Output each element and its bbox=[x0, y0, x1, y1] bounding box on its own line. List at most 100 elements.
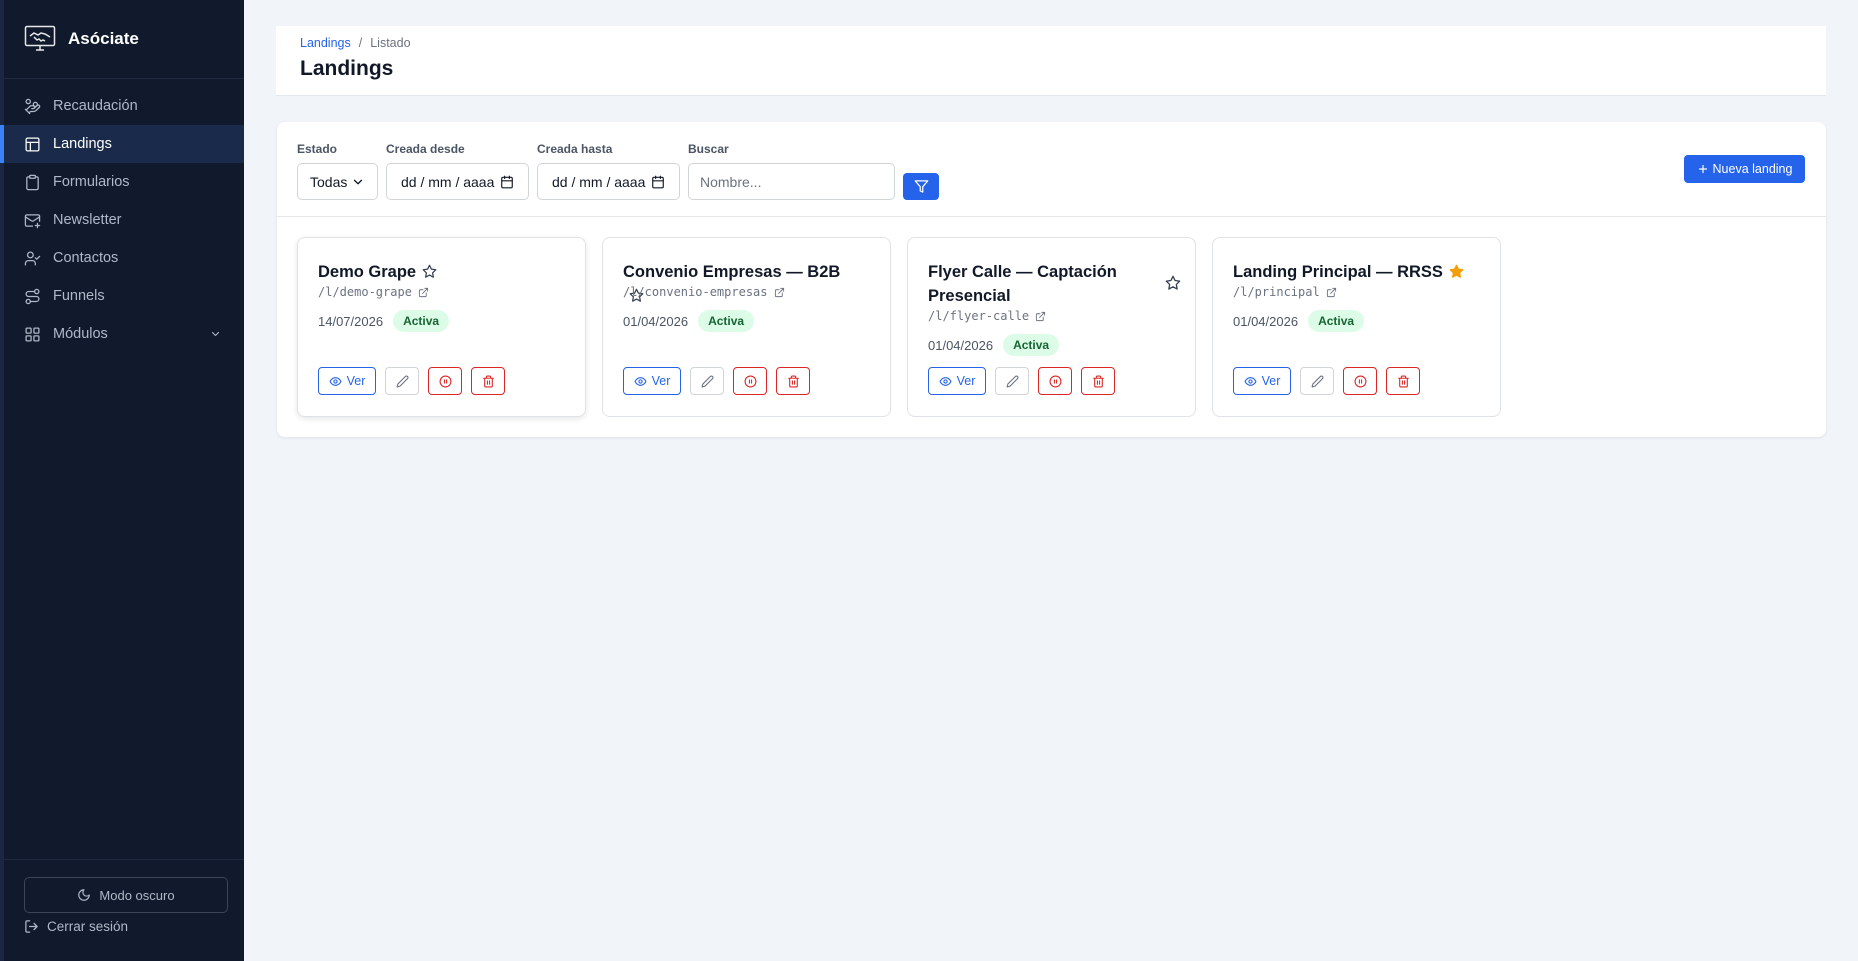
view-label: Ver bbox=[1261, 374, 1281, 388]
eye-icon bbox=[1244, 376, 1257, 386]
view-button[interactable]: Ver bbox=[318, 367, 376, 395]
filter-icon bbox=[914, 180, 928, 193]
card-url-text: /l/demo-grape bbox=[318, 285, 412, 299]
card-meta: 14/07/2026 Activa bbox=[318, 310, 450, 332]
logout-link[interactable]: Cerrar sesión bbox=[24, 919, 128, 934]
card-title-text: Convenio Empresas — B2B bbox=[623, 263, 841, 281]
card-date: 01/04/2026 bbox=[623, 313, 689, 329]
filters-bar: Estado Todas Creada desde dd / mm / aaaa… bbox=[277, 122, 1826, 217]
card-url-link[interactable]: /l/principal bbox=[1233, 285, 1337, 299]
card-title: Convenio Empresas — B2B bbox=[623, 260, 853, 308]
pencil-icon bbox=[1311, 375, 1323, 387]
landing-card: Flyer Calle — Captación Presencial /l/fl… bbox=[907, 237, 1196, 417]
sidebar-item-newsletter[interactable]: Newsletter bbox=[4, 201, 244, 239]
pause-button[interactable] bbox=[428, 367, 462, 395]
creada-hasta-input[interactable]: dd / mm / aaaa bbox=[537, 163, 680, 200]
view-button[interactable]: Ver bbox=[1233, 367, 1291, 395]
external-link-icon bbox=[1036, 311, 1046, 321]
calendar-icon[interactable] bbox=[651, 175, 665, 189]
dark-mode-button[interactable]: Modo oscuro bbox=[24, 877, 228, 913]
delete-button[interactable] bbox=[1386, 367, 1420, 395]
apply-filter-button[interactable] bbox=[903, 173, 939, 200]
external-link-icon bbox=[774, 287, 784, 297]
view-button[interactable]: Ver bbox=[623, 367, 681, 395]
logout-label: Cerrar sesión bbox=[47, 919, 129, 934]
star-outline-icon[interactable] bbox=[1165, 275, 1181, 291]
sidebar-item-label: Landings bbox=[53, 136, 112, 152]
card-actions: Ver bbox=[623, 367, 810, 395]
sidebar-item-label: Recaudación bbox=[53, 98, 138, 114]
eye-icon bbox=[634, 376, 647, 386]
sidebar-item-funnels[interactable]: Funnels bbox=[4, 277, 244, 315]
sidebar-item-label: Funnels bbox=[53, 288, 105, 304]
card-url-link[interactable]: /l/flyer-calle bbox=[928, 309, 1046, 323]
sidebar-item-formularios[interactable]: Formularios bbox=[4, 163, 244, 201]
eye-icon bbox=[329, 376, 342, 386]
edit-button[interactable] bbox=[385, 367, 419, 395]
edit-button[interactable] bbox=[1300, 367, 1334, 395]
pause-circle-icon bbox=[1049, 375, 1061, 387]
creada-desde-input[interactable]: dd / mm / aaaa bbox=[386, 163, 529, 200]
sidebar-divider-bottom bbox=[4, 859, 244, 860]
card-title: Flyer Calle — Captación Presencial bbox=[928, 260, 1128, 308]
eye-icon bbox=[939, 376, 952, 386]
card-title: Demo Grape bbox=[318, 260, 548, 284]
creada-desde-label: Creada desde bbox=[386, 142, 465, 156]
landing-card: Landing Principal — RRSS /l/principal 01… bbox=[1212, 237, 1501, 417]
card-title-text: Demo Grape bbox=[318, 263, 417, 281]
card-url-text: /l/principal bbox=[1233, 285, 1320, 299]
plus-icon bbox=[1698, 164, 1707, 174]
sidebar-item-label: Módulos bbox=[53, 326, 108, 342]
pause-circle-icon bbox=[439, 375, 451, 387]
landings-panel: Estado Todas Creada desde dd / mm / aaaa… bbox=[277, 122, 1826, 437]
card-title-text: Flyer Calle — Captación Presencial bbox=[928, 263, 1117, 305]
grid-icon bbox=[25, 326, 40, 342]
breadcrumb-link-landings[interactable]: Landings bbox=[300, 36, 351, 50]
moon-icon bbox=[78, 889, 91, 901]
external-link-icon bbox=[1326, 287, 1336, 297]
trash-icon bbox=[1397, 375, 1409, 387]
sidebar-divider-top bbox=[4, 78, 244, 79]
star-outline-icon[interactable] bbox=[422, 264, 437, 279]
sidebar-item-modulos[interactable]: Módulos bbox=[4, 315, 244, 353]
new-landing-button[interactable]: Nueva landing bbox=[1684, 155, 1805, 183]
creada-desde-value: dd / mm / aaaa bbox=[401, 173, 495, 190]
trash-icon bbox=[482, 375, 494, 387]
breadcrumb-separator: / bbox=[358, 36, 363, 50]
sidebar-item-recaudacion[interactable]: Recaudación bbox=[4, 87, 244, 125]
sidebar-item-landings[interactable]: Landings bbox=[0, 125, 244, 163]
view-button[interactable]: Ver bbox=[928, 367, 986, 395]
card-title-text: Landing Principal — RRSS bbox=[1233, 263, 1443, 281]
card-title: Landing Principal — RRSS bbox=[1233, 260, 1483, 284]
creada-hasta-value: dd / mm / aaaa bbox=[552, 173, 646, 190]
pause-circle-icon bbox=[744, 375, 756, 387]
edit-button[interactable] bbox=[690, 367, 724, 395]
delete-button[interactable] bbox=[471, 367, 505, 395]
estado-label: Estado bbox=[297, 142, 338, 156]
trash-icon bbox=[1092, 375, 1104, 387]
card-url-link[interactable]: /l/demo-grape bbox=[318, 285, 429, 299]
brand[interactable]: Asóciate bbox=[24, 24, 139, 54]
status-badge: Activa bbox=[393, 310, 450, 332]
edit-button[interactable] bbox=[995, 367, 1029, 395]
pause-button[interactable] bbox=[1343, 367, 1377, 395]
card-url-link[interactable]: /l/convenio-empresas bbox=[623, 285, 785, 299]
delete-button[interactable] bbox=[776, 367, 810, 395]
new-landing-label: Nueva landing bbox=[1712, 162, 1793, 176]
estado-select[interactable]: Todas bbox=[297, 163, 378, 200]
search-field bbox=[688, 163, 895, 200]
search-input[interactable] bbox=[689, 164, 894, 199]
star-filled-icon[interactable] bbox=[1449, 264, 1464, 279]
pause-button[interactable] bbox=[1038, 367, 1072, 395]
pause-button[interactable] bbox=[733, 367, 767, 395]
sidebar-nav: Recaudación Landings Formularios Newslet… bbox=[0, 87, 244, 353]
card-url-text: /l/flyer-calle bbox=[928, 309, 1030, 323]
card-actions: Ver bbox=[1233, 367, 1420, 395]
delete-button[interactable] bbox=[1081, 367, 1115, 395]
sidebar-item-contactos[interactable]: Contactos bbox=[4, 239, 244, 277]
dark-mode-label: Modo oscuro bbox=[99, 887, 175, 903]
route-icon bbox=[25, 288, 40, 304]
calendar-icon[interactable] bbox=[500, 175, 514, 189]
sidebar-item-label: Contactos bbox=[53, 250, 119, 266]
card-actions: Ver bbox=[318, 367, 505, 395]
